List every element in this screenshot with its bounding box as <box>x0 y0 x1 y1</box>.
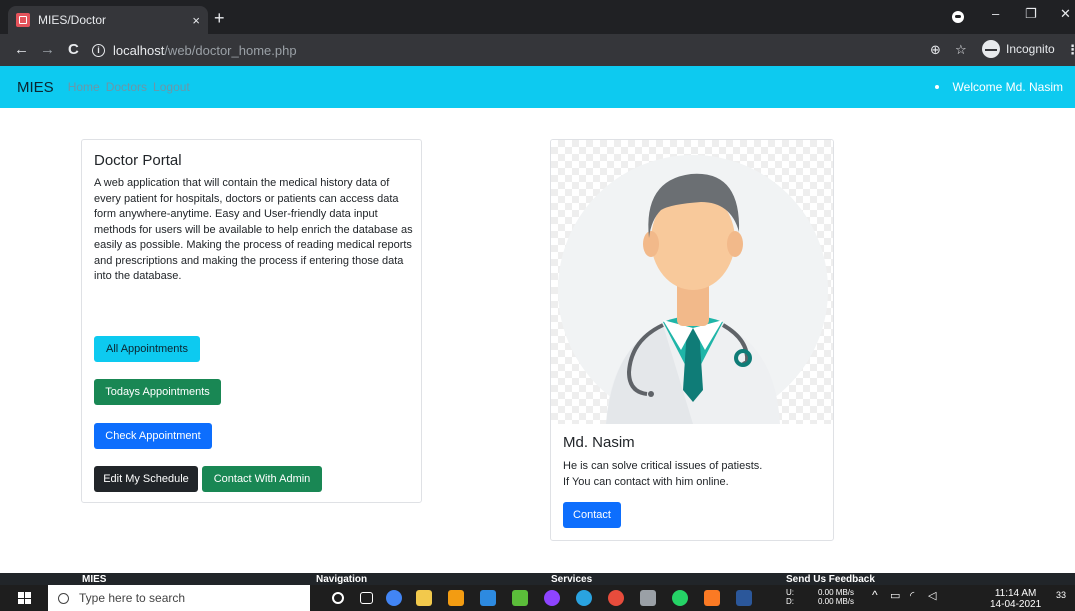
doctor-name: Md. Nasim <box>563 434 635 451</box>
net-up-value: 0.00 MB/s <box>818 588 855 597</box>
favicon-icon <box>16 13 30 27</box>
vscode-icon[interactable] <box>480 590 496 606</box>
tab-title: MIES/Doctor <box>38 13 107 27</box>
check-appointment-button[interactable]: Check Appointment <box>94 423 212 449</box>
welcome-text: Welcome Md. Nasim <box>934 80 1063 94</box>
taskbar-search-placeholder: Type here to search <box>79 591 186 605</box>
footer-col-navigation: Navigation <box>316 574 368 585</box>
incognito-indicator-icon <box>952 11 964 23</box>
tab-close-icon[interactable]: × <box>192 13 200 28</box>
task-view-icon[interactable] <box>360 592 373 604</box>
whatsapp-icon[interactable] <box>672 590 688 606</box>
messenger-icon[interactable] <box>544 590 560 606</box>
reload-button[interactable]: C <box>68 41 79 58</box>
site-info-icon[interactable]: i <box>92 43 105 57</box>
word-icon[interactable] <box>736 590 752 606</box>
zoom-icon[interactable]: ⊕ <box>930 42 941 58</box>
doctor-desc-line-2: If You can contact with him online. <box>563 476 729 488</box>
doctor-profile-card: Md. Nasim He is can solve critical issue… <box>550 139 834 541</box>
chrome-profile-icon[interactable] <box>608 590 624 606</box>
file-explorer-icon[interactable] <box>416 590 432 606</box>
clock-date: 14-04-2021 <box>990 599 1042 610</box>
volume-icon[interactable]: ◁ <box>928 591 936 602</box>
net-d-label: D: <box>786 597 794 606</box>
taskbar-clock[interactable]: 11:14 AM 14-04-2021 <box>990 588 1041 610</box>
close-window-button[interactable]: ✕ <box>1060 6 1071 22</box>
net-u-label: U: <box>786 588 794 597</box>
new-tab-button[interactable]: + <box>214 9 225 27</box>
back-button[interactable]: ← <box>14 41 29 58</box>
doctor-desc-line-1: He is can solve critical issues of patie… <box>563 460 763 472</box>
incognito-label: Incognito <box>1006 42 1055 56</box>
contact-admin-button[interactable]: Contact With Admin <box>202 466 322 492</box>
store-icon[interactable] <box>512 590 528 606</box>
net-labels: U: D: <box>786 588 794 606</box>
sublime-icon[interactable] <box>448 590 464 606</box>
minimize-button[interactable]: – <box>992 6 999 21</box>
net-down-value: 0.00 MB/s <box>818 597 855 606</box>
incognito-badge[interactable]: Incognito <box>982 40 1055 58</box>
browser-tab[interactable]: MIES/Doctor × <box>8 6 208 34</box>
doctor-illustration-icon <box>558 155 828 425</box>
portal-title: Doctor Portal <box>94 152 182 169</box>
cortana-icon[interactable] <box>332 592 344 604</box>
doctor-portal-card: Doctor Portal A web application that wil… <box>81 139 422 503</box>
xampp-icon[interactable] <box>704 590 720 606</box>
bullet-icon <box>934 85 939 89</box>
forward-button[interactable]: → <box>40 41 55 58</box>
windows-start-icon[interactable] <box>18 592 31 604</box>
url-host: localhost <box>113 42 165 58</box>
contact-button[interactable]: Contact <box>563 502 621 528</box>
restore-button[interactable]: ❐ <box>1025 6 1037 22</box>
net-speed: 0.00 MB/s 0.00 MB/s <box>818 588 854 606</box>
all-appointments-button[interactable]: All Appointments <box>94 336 200 362</box>
footer-col-services: Services <box>551 574 593 585</box>
nav-link-logout[interactable]: Logout <box>153 80 190 94</box>
footer-col-feedback: Send Us Feedback <box>786 574 875 585</box>
taskbar-search-input[interactable]: Type here to search <box>48 585 310 611</box>
chrome-icon[interactable] <box>386 590 402 606</box>
telegram-icon[interactable] <box>576 590 592 606</box>
portal-description: A web application that will contain the … <box>94 177 413 282</box>
windows-taskbar: Type here to search U: D: 0.00 MB/s 0.00 M… <box>0 585 1075 611</box>
tray-chevron-icon[interactable]: ^ <box>872 589 878 601</box>
search-icon <box>58 592 69 604</box>
incognito-icon <box>982 40 1000 58</box>
doctor-avatar <box>551 140 833 425</box>
nav-link-doctors[interactable]: Doctors <box>106 80 147 94</box>
battery-icon[interactable]: ▭ <box>890 591 900 602</box>
address-bar-row: ← → C i localhost/web/doctor_home.php ⊕ … <box>0 34 1075 66</box>
doctor-description: He is can solve critical issues of patie… <box>563 458 762 490</box>
url-path: /web/doctor_home.php <box>164 42 297 58</box>
nav-link-home[interactable]: Home <box>68 80 100 94</box>
footer-col-mies: MIES <box>82 574 107 585</box>
notification-badge[interactable]: 33 <box>1056 591 1066 600</box>
navbar-brand[interactable]: MIES <box>17 79 54 96</box>
site-navbar: MIES Home Doctors Logout Welcome Md. Nas… <box>0 66 1075 108</box>
wifi-icon[interactable]: ◜ <box>910 591 914 602</box>
clock-time: 11:14 AM <box>994 588 1037 599</box>
url-input[interactable]: i localhost/web/doctor_home.php <box>92 38 932 62</box>
edit-schedule-button[interactable]: Edit My Schedule <box>94 466 198 492</box>
browser-menu-icon[interactable]: ⋮ <box>1066 42 1075 58</box>
site-footer: MIES Navigation Services Send Us Feedbac… <box>0 573 1075 585</box>
browser-tab-strip: MIES/Doctor × + – ❐ ✕ <box>0 0 1075 34</box>
welcome-label: Welcome Md. Nasim <box>952 80 1063 94</box>
todays-appointments-button[interactable]: Todays Appointments <box>94 379 221 405</box>
bookmark-star-icon[interactable]: ☆ <box>955 42 967 58</box>
app-icon[interactable] <box>640 590 656 606</box>
